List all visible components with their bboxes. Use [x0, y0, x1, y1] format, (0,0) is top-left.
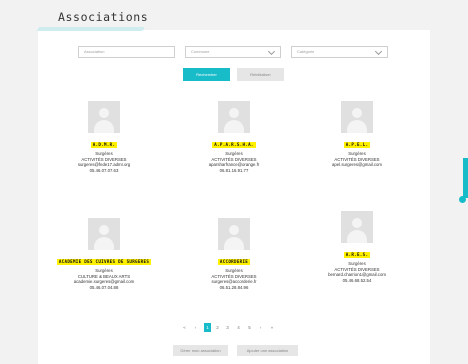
card-phone: 05.46.68.52.54 [342, 277, 372, 283]
pagination-first-button[interactable]: « [181, 323, 188, 332]
association-card[interactable]: A.R.E.S. Surgères ACTIVITÉS DIVERSES ber… [302, 211, 412, 283]
card-name: A.D.M.R. [90, 141, 118, 148]
card-phone: 06.81.16.91.77 [219, 167, 249, 173]
pagination-page-4[interactable]: 4 [235, 323, 242, 332]
pagination-last-button[interactable]: » [268, 323, 276, 332]
card-name: A.P.E.L. [343, 141, 371, 148]
avatar-placeholder-icon [88, 101, 120, 133]
avatar-placeholder-icon [88, 218, 120, 250]
association-card[interactable]: A.D.M.R. Surgères ACTIVITÉS DIVERSES sur… [49, 101, 159, 173]
association-card[interactable]: A.P.A.R.S.H.A. Surgères ACTIVITÉS DIVERS… [179, 101, 289, 173]
content-panel [38, 30, 430, 364]
title-underline [36, 27, 146, 31]
commune-placeholder: Commune [191, 49, 210, 54]
association-search-input[interactable]: Association [78, 46, 175, 58]
chevron-down-icon [267, 47, 276, 56]
commune-select[interactable]: Commune [185, 46, 281, 58]
card-name: ACCORDERIE [217, 258, 251, 265]
reset-button[interactable]: Réinitialiser [237, 68, 284, 81]
manage-association-button[interactable]: Gérer mon association [173, 345, 228, 356]
card-phone: 05.46.07.07.63 [89, 167, 119, 173]
card-name: A.P.A.R.S.H.A. [212, 141, 256, 148]
categorie-placeholder: Catégorie [297, 49, 315, 54]
association-placeholder: Association [84, 49, 105, 54]
avatar-placeholder-icon [341, 101, 373, 133]
categorie-select[interactable]: Catégorie [291, 46, 388, 58]
association-card[interactable]: ACCORDERIE Surgères ACTIVITÉS DIVERSES s… [179, 218, 289, 290]
pagination-page-3[interactable]: 3 [224, 323, 231, 332]
pagination-page-5[interactable]: 5 [246, 323, 253, 332]
card-phone: 05.46.07.04.88 [89, 284, 119, 290]
pagination-page-2[interactable]: 2 [214, 323, 221, 332]
pagination-page-1[interactable]: 1 [204, 323, 211, 332]
card-name: A.R.E.S. [343, 251, 371, 258]
association-card[interactable]: ACADEMIE DES CUIVRES DE SURGERES Surgère… [49, 218, 159, 290]
association-card[interactable]: A.P.E.L. Surgères ACTIVITÉS DIVERSES ape… [302, 101, 412, 168]
avatar-placeholder-icon [341, 211, 373, 243]
pagination-next-button[interactable]: › [257, 323, 264, 332]
side-widget-icon[interactable] [459, 196, 466, 203]
card-name: ACADEMIE DES CUIVRES DE SURGERES [56, 258, 152, 265]
avatar-placeholder-icon [218, 218, 250, 250]
page-title: Associations [58, 10, 149, 24]
side-feedback-tab[interactable] [463, 158, 468, 198]
avatar-placeholder-icon [218, 101, 250, 133]
search-button[interactable]: Rechercher [183, 68, 230, 81]
chevron-down-icon [374, 47, 383, 56]
pagination-prev-button[interactable]: ‹ [192, 323, 199, 332]
card-phone: 06.51.28.84.96 [219, 284, 249, 290]
add-association-button[interactable]: Ajouter une association [237, 345, 298, 356]
card-email: apel.surgeres@gmail.com [332, 162, 382, 168]
